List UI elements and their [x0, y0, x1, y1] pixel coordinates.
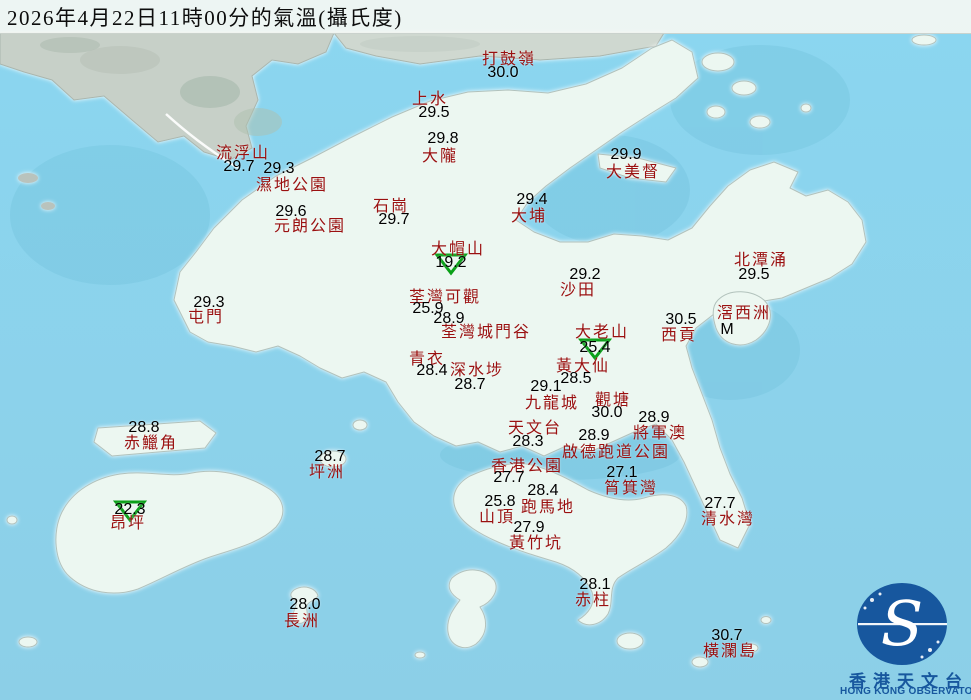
- station-value: 30.0: [591, 404, 623, 421]
- temperature-map-screen: 2026年4月22日11時00分的氣溫(攝氏度) 30.0 打鼓嶺 29.5 上水 29…: [0, 0, 971, 700]
- station-value: 29.4: [516, 191, 548, 208]
- station-value: 28.5: [560, 370, 592, 387]
- station-value: 29.6: [275, 203, 307, 220]
- station-value: 29.7: [223, 158, 255, 175]
- station-value: 27.1: [606, 464, 638, 481]
- title-bar: 2026年4月22日11時00分的氣溫(攝氏度): [0, 0, 971, 34]
- station-value: 28.0: [289, 596, 321, 613]
- station-value: 28.8: [128, 419, 160, 436]
- station-value: 27.7: [493, 469, 525, 486]
- hko-logo: S 香港天文台 HONG KONG OBSERVATORY: [840, 575, 971, 700]
- station-value: 28.7: [454, 376, 486, 393]
- hko-logo-icon: S: [857, 583, 947, 665]
- station-value: 29.3: [193, 294, 225, 311]
- station-value: 29.7: [378, 211, 410, 228]
- station-value: 28.7: [314, 448, 346, 465]
- station-value: 28.9: [433, 310, 465, 327]
- station-value: 28.1: [579, 576, 611, 593]
- station-value: 29.5: [418, 104, 450, 121]
- station-name: 滘西洲: [716, 305, 772, 322]
- station-value: 28.3: [512, 433, 544, 450]
- station-value: 29.2: [569, 266, 601, 283]
- station-value: 30.0: [487, 64, 519, 81]
- station-value: 19.2: [435, 254, 467, 271]
- station-value: 29.1: [530, 378, 562, 395]
- station-value: 25.4: [579, 339, 611, 356]
- station-value: 29.9: [610, 146, 642, 163]
- station-value: 29.8: [427, 130, 459, 147]
- station-value: 28.4: [416, 362, 448, 379]
- station-value: 28.4: [527, 482, 559, 499]
- station-value: 29.5: [738, 266, 770, 283]
- station-value: 25.8: [484, 493, 516, 510]
- station-value: 28.9: [638, 409, 670, 426]
- hko-logo-name-en: HONG KONG OBSERVATORY: [840, 686, 971, 697]
- station-value: 27.9: [513, 519, 545, 536]
- station-value: 30.7: [711, 627, 743, 644]
- station-value: 30.5: [665, 311, 697, 328]
- station-value: 22.3: [114, 501, 146, 518]
- station-value: 29.3: [263, 160, 295, 177]
- station-value: 27.7: [704, 495, 736, 512]
- station-value: M: [720, 321, 734, 338]
- page-title: 2026年4月22日11時00分的氣溫(攝氏度): [7, 5, 403, 30]
- station-value: 28.9: [578, 427, 610, 444]
- station-layer: 30.0 打鼓嶺 29.5 上水 29.8 大隴 29.7 流浮山 29.3 濕地公園 29.6 元朗…: [0, 0, 971, 700]
- svg-text:S: S: [881, 587, 923, 660]
